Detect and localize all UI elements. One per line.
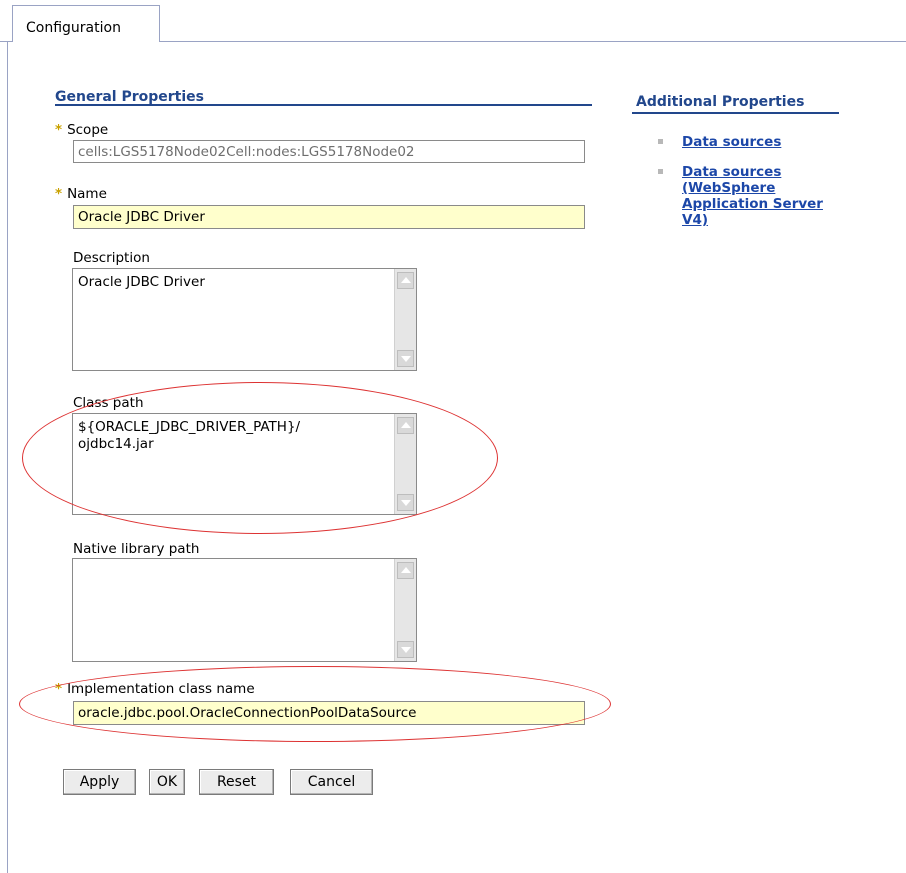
- section-rule: [55, 104, 592, 106]
- scope-label: * Scope: [55, 122, 109, 138]
- description-label: Description: [73, 250, 150, 266]
- required-marker: *: [55, 186, 63, 202]
- scrollbar[interactable]: [394, 269, 416, 370]
- tab-divider: [0, 41, 12, 42]
- list-item: Data sources: [652, 134, 892, 150]
- section-rule: [632, 112, 839, 114]
- scope-field: cells:LGS5178Node02Cell:nodes:LGS5178Nod…: [73, 140, 585, 163]
- arrow-up-icon: [401, 277, 411, 283]
- cancel-button[interactable]: Cancel: [290, 769, 373, 795]
- scroll-down-button[interactable]: [397, 350, 414, 367]
- required-marker: *: [55, 122, 63, 138]
- scroll-down-button[interactable]: [397, 641, 414, 658]
- apply-button[interactable]: Apply: [63, 769, 136, 795]
- tab-bar: Configuration: [0, 0, 906, 42]
- data-sources-link[interactable]: Data sources: [682, 134, 892, 150]
- additional-properties-title: Additional Properties: [636, 94, 805, 110]
- annotation-oval-class-path: [22, 382, 498, 534]
- name-input[interactable]: Oracle JDBC Driver: [73, 205, 585, 229]
- native-library-path-textarea[interactable]: [72, 558, 417, 662]
- bullet-icon: [658, 169, 663, 174]
- data-sources-v4-link[interactable]: Data sources (WebSphere Application Serv…: [682, 164, 892, 228]
- list-item: Data sources (WebSphere Application Serv…: [652, 164, 892, 228]
- tab-configuration[interactable]: Configuration: [12, 5, 160, 42]
- scrollbar[interactable]: [394, 559, 416, 661]
- scroll-up-button[interactable]: [397, 272, 414, 289]
- annotation-oval-implementation-class: [19, 666, 611, 742]
- description-text: Oracle JDBC Driver: [78, 274, 205, 290]
- bullet-icon: [658, 139, 663, 144]
- scroll-up-button[interactable]: [397, 562, 414, 579]
- tab-divider: [160, 41, 906, 42]
- tab-label: Configuration: [26, 20, 121, 36]
- native-library-path-label: Native library path: [73, 541, 200, 557]
- general-properties-title: General Properties: [55, 89, 204, 105]
- arrow-down-icon: [401, 356, 411, 362]
- reset-button[interactable]: Reset: [199, 769, 274, 795]
- ok-button[interactable]: OK: [149, 769, 185, 795]
- arrow-up-icon: [401, 567, 411, 573]
- additional-properties-list: Data sources Data sources (WebSphere App…: [652, 134, 892, 242]
- arrow-down-icon: [401, 647, 411, 653]
- description-textarea[interactable]: Oracle JDBC Driver: [72, 268, 417, 371]
- panel-border: [7, 41, 8, 873]
- name-label: * Name: [55, 186, 107, 202]
